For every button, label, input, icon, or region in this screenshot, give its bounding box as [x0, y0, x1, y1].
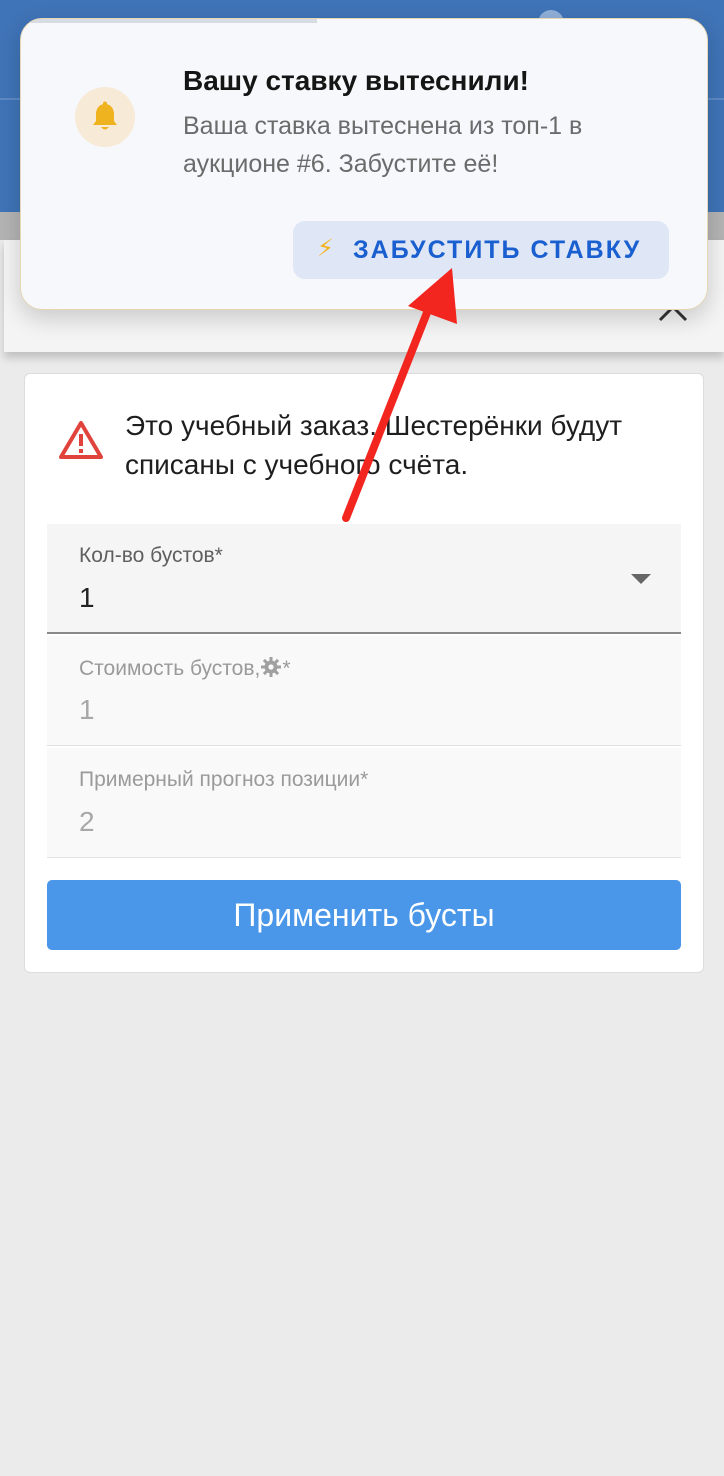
annotation-arrow-icon — [342, 268, 457, 522]
